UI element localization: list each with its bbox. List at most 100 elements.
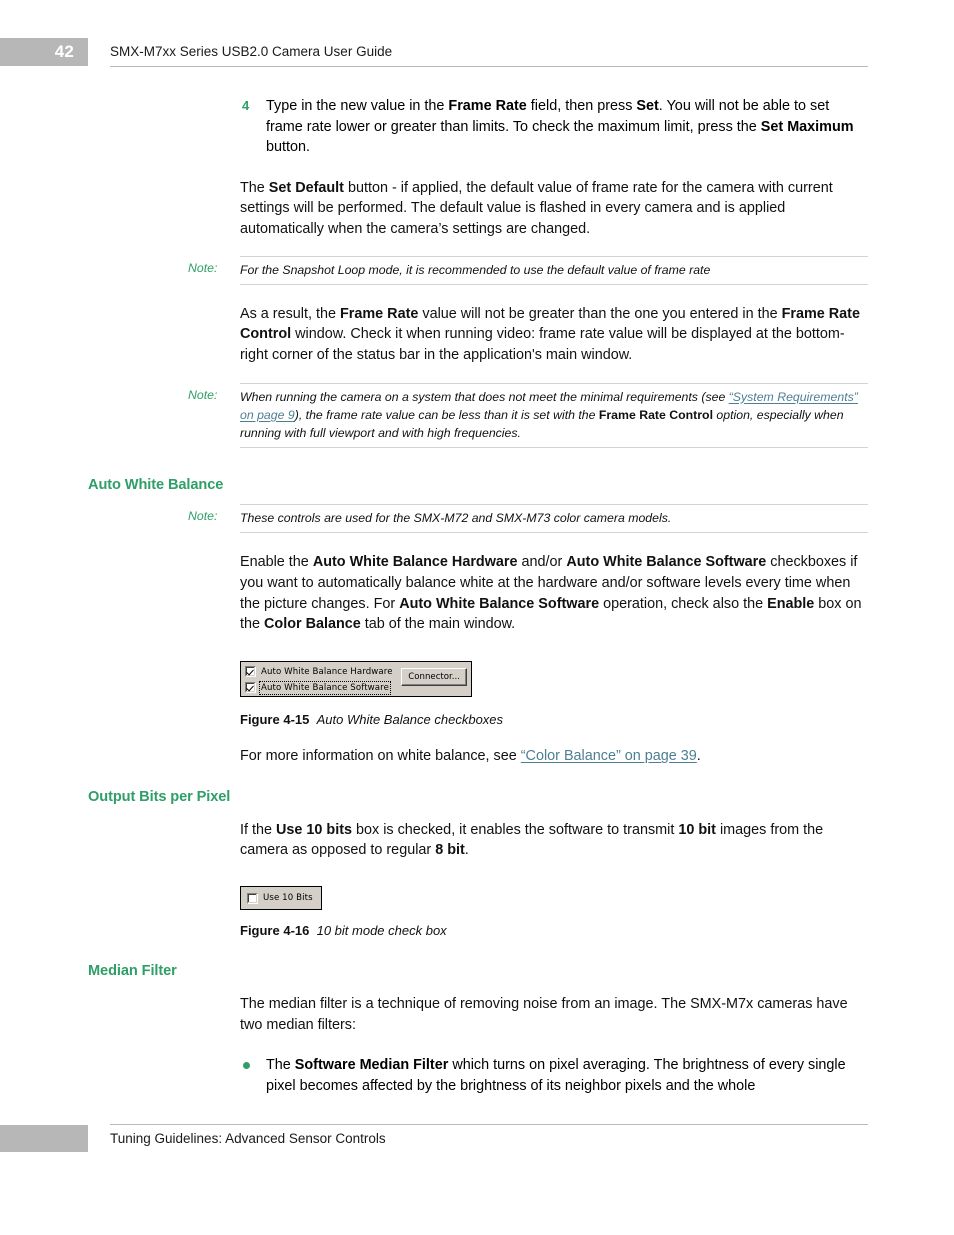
paragraph-body: The Set Default button - if applied, the…: [240, 178, 868, 240]
section-output-bits-per-pixel: Output Bits per Pixel: [0, 789, 954, 805]
note-body: Note: For the Snapshot Loop mode, it is …: [188, 257, 868, 284]
heading-median-filter: Median Filter: [88, 963, 177, 980]
para-text-1: For more information on white balance, s…: [240, 748, 521, 765]
figure-4-16: Use 10 Bits: [240, 886, 954, 911]
heading-auto-white-balance: Auto White Balance: [88, 477, 224, 494]
figure-4-16-caption: Figure 4-16 10 bit mode check box: [0, 922, 954, 940]
numbered-step-4: 4 Type in the new value in the Frame Rate…: [0, 96, 954, 158]
checkbox-auto-white-balance-hardware-label: Auto White Balance Hardware: [261, 666, 393, 677]
para-bold-8-bit: 8 bit: [435, 842, 465, 859]
paragraph-body: As a result, the Frame Rate value will n…: [240, 304, 868, 366]
para-bold-frame-rate: Frame Rate: [339, 305, 419, 322]
note-label: Note:: [188, 509, 218, 524]
step-text-2: field, then press: [526, 98, 637, 114]
paragraph-body: If the Use 10 bits box is checked, it en…: [240, 820, 868, 861]
paragraph-body: For more information on white balance, s…: [240, 746, 868, 767]
connector-button[interactable]: Connector...: [401, 667, 467, 686]
para-text-1: If the: [240, 821, 276, 838]
para-text-2: box is checked, it enables the software …: [352, 821, 679, 838]
header-title: SMX-M7xx Series USB2.0 Camera User Guide: [110, 44, 393, 59]
caption-number: Figure 4-16: [240, 923, 310, 939]
note-text: For the Snapshot Loop mode, it is recomm…: [240, 262, 711, 277]
para-text-4: .: [464, 842, 469, 859]
para-bold-enable: Enable: [767, 595, 815, 612]
note-label: Note:: [188, 260, 218, 275]
paragraph-output-bits: If the Use 10 bits box is checked, it en…: [0, 820, 954, 861]
para-text-6: tab of the main window.: [360, 616, 516, 633]
note-body: Note: When running the camera on a syste…: [188, 384, 868, 448]
note-awb-models: Note: These controls are used for the SM…: [0, 504, 954, 534]
caption-body: Figure 4-15 Auto White Balance checkboxe…: [240, 711, 954, 729]
step-number: 4: [242, 98, 250, 113]
paragraph-median-intro: The median filter is a technique of remo…: [0, 994, 954, 1035]
note-text-2: ), the frame rate value can be less than…: [294, 407, 599, 422]
use-10-bits-dialog: Use 10 Bits: [240, 886, 322, 911]
note-label: Note:: [188, 387, 218, 402]
para-bold-set-default: Set Default: [268, 179, 344, 196]
note-text: These controls are used for the SMX-M72 …: [240, 511, 672, 526]
para-bold-color-balance: Color Balance: [264, 616, 361, 633]
para-bold-awb-software-2: Auto White Balance Software: [399, 595, 600, 612]
figure-4-15-caption: Figure 4-15 Auto White Balance checkboxe…: [0, 711, 954, 729]
note-container: Note: When running the camera on a syste…: [188, 382, 868, 449]
header-divider: [110, 66, 868, 67]
bullet-text-1: The: [266, 1057, 295, 1074]
note-bottom-divider: [240, 447, 868, 449]
para-text-3: window. Check it when running video: fra…: [240, 326, 845, 363]
note-text: When running the camera on a system that…: [240, 388, 868, 443]
note-bold-frame-rate-control: Frame Rate Control: [598, 407, 713, 422]
note-container: Note: For the Snapshot Loop mode, it is …: [188, 255, 868, 285]
awb-checkbox-dialog: Auto White Balance Hardware Auto White B…: [240, 660, 472, 697]
paragraph-as-a-result: As a result, the Frame Rate value will n…: [0, 304, 954, 366]
figure-4-15: Auto White Balance Hardware Auto White B…: [240, 660, 954, 699]
step-bold-set: Set: [636, 98, 659, 114]
note-snapshot-loop: Note: For the Snapshot Loop mode, it is …: [0, 255, 954, 285]
bullet-bold-software-median-filter: Software Median Filter: [294, 1057, 449, 1074]
para-bold-awb-software: Auto White Balance Software: [566, 554, 767, 571]
paragraph-set-default: The Set Default button - if applied, the…: [0, 178, 954, 240]
step-body: 4 Type in the new value in the Frame Rate…: [240, 96, 868, 158]
bullet-software-median-filter: The Software Median Filter which turns o…: [0, 1055, 954, 1096]
page-content: 4 Type in the new value in the Frame Rate…: [0, 96, 954, 1096]
section-auto-white-balance: Auto White Balance: [0, 477, 954, 493]
paragraph-awb-enable: Enable the Auto White Balance Hardware a…: [0, 552, 954, 634]
bullet-body: The Software Median Filter which turns o…: [240, 1055, 868, 1096]
checkbox-auto-white-balance-software-icon[interactable]: [245, 682, 256, 694]
para-text-1: As a result, the: [240, 305, 340, 322]
caption-space: [309, 712, 316, 727]
bullet-dot-icon: [243, 1062, 250, 1070]
note-system-requirements: Note: When running the camera on a syste…: [0, 382, 954, 449]
footer-text: Tuning Guidelines: Advanced Sensor Contr…: [110, 1131, 386, 1146]
footer-number-block: [0, 1125, 88, 1152]
para-bold-10-bit: 10 bit: [678, 821, 716, 838]
checkbox-auto-white-balance-software-label: Auto White Balance Software: [259, 680, 391, 695]
caption-title: 10 bit mode check box: [316, 923, 447, 939]
page-footer: Tuning Guidelines: Advanced Sensor Contr…: [0, 1124, 954, 1152]
note-bottom-divider: [240, 532, 868, 534]
caption-number: Figure 4-15: [240, 712, 310, 728]
checkbox-use-10-bits-label: Use 10 Bits: [263, 893, 313, 904]
section-median-filter: Median Filter: [0, 963, 954, 979]
caption-title: Auto White Balance checkboxes: [316, 712, 504, 728]
link-color-balance[interactable]: “Color Balance” on page 39: [521, 748, 697, 764]
para-text-2: .: [696, 748, 701, 765]
note-text-1: When running the camera on a system that…: [240, 389, 729, 404]
step-bold-frame-rate: Frame Rate: [448, 98, 527, 114]
page-number: 42: [0, 38, 88, 66]
checkbox-use-10-bits-icon[interactable]: [247, 892, 258, 904]
heading-output-bits-per-pixel: Output Bits per Pixel: [88, 788, 231, 805]
checkbox-auto-white-balance-hardware-icon[interactable]: [245, 666, 256, 678]
step-text-1: Type in the new value in the: [266, 98, 449, 114]
paragraph-more-info: For more information on white balance, s…: [0, 746, 954, 767]
para-bold-awb-hardware: Auto White Balance Hardware: [312, 554, 518, 571]
note-body: Note: These controls are used for the SM…: [188, 505, 868, 532]
checkbox-row-use-10-bits[interactable]: Use 10 Bits: [247, 891, 313, 905]
caption-body: Figure 4-16 10 bit mode check box: [240, 922, 954, 940]
note-container: Note: These controls are used for the SM…: [188, 504, 868, 534]
para-text-1: Enable the: [240, 554, 313, 571]
para-bold-use-10-bits: Use 10 bits: [276, 821, 352, 838]
note-bottom-divider: [240, 283, 868, 285]
para-text-1: The: [240, 179, 269, 196]
para-text-2: value will not be greater than the one y…: [418, 305, 782, 322]
page-header: 42 SMX-M7xx Series USB2.0 Camera User Gu…: [0, 38, 954, 67]
